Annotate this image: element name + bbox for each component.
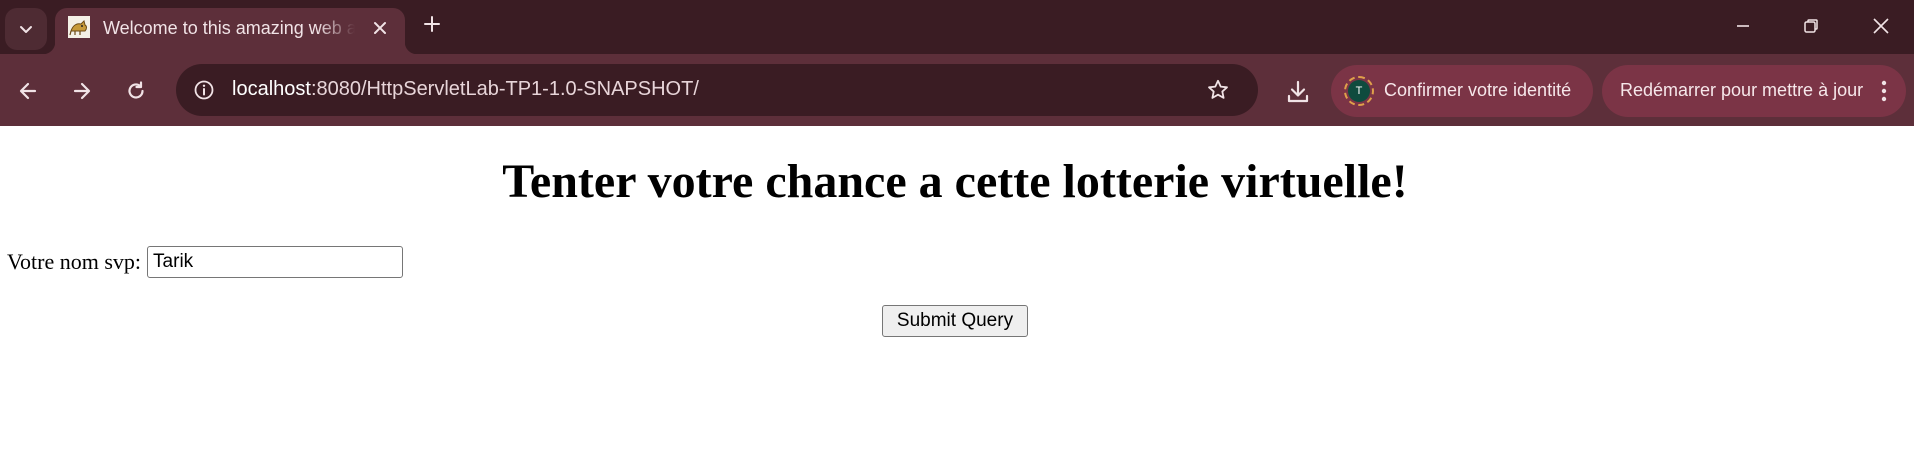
info-icon — [194, 80, 214, 100]
browser-menu-button[interactable] — [1870, 77, 1898, 105]
url-text: localhost:8080/HttpServletLab-TP1-1.0-SN… — [232, 78, 699, 101]
bookmark-button[interactable] — [1202, 74, 1234, 106]
page-content: Tenter votre chance a cette lotterie vir… — [0, 126, 1914, 468]
star-icon — [1208, 79, 1228, 99]
minimize-button[interactable] — [1715, 7, 1771, 45]
name-label: Votre nom svp: — [7, 249, 142, 274]
back-button[interactable] — [8, 71, 48, 111]
avatar-initial: T — [1348, 80, 1370, 102]
restore-icon — [1804, 19, 1818, 33]
site-info-button[interactable] — [188, 74, 220, 106]
page-title: Tenter votre chance a cette lotterie vir… — [502, 155, 1408, 208]
reload-button[interactable] — [116, 71, 156, 111]
tab-close-button[interactable] — [368, 16, 392, 40]
close-icon — [1873, 18, 1889, 34]
arrow-left-icon — [19, 82, 37, 100]
browser-tab-active[interactable]: Welcome to this amazing web app — [43, 8, 417, 54]
restart-update-button[interactable]: Redémarrer pour mettre à jour — [1602, 65, 1906, 117]
downloads-button[interactable] — [1278, 72, 1318, 112]
url-path: :8080/HttpServletLab-TP1-1.0-SNAPSHOT/ — [310, 78, 699, 100]
kebab-icon — [1881, 80, 1887, 102]
tab-search-button[interactable] — [5, 8, 47, 50]
name-input[interactable] — [147, 246, 404, 278]
close-icon — [374, 22, 386, 34]
tab-strip: Welcome to this amazing web app — [0, 0, 1914, 54]
forward-button[interactable] — [62, 71, 102, 111]
close-window-button[interactable] — [1853, 7, 1909, 45]
avatar: T — [1344, 76, 1374, 106]
reload-icon — [128, 81, 144, 99]
restore-button[interactable] — [1783, 7, 1839, 45]
download-icon — [1287, 80, 1309, 103]
chevron-down-icon — [20, 26, 32, 33]
profile-identity-label: Confirmer votre identité — [1384, 80, 1572, 100]
tomcat-favicon-icon — [68, 16, 90, 38]
minimize-icon — [1737, 25, 1749, 27]
name-row: Votre nom svp: — [7, 246, 404, 278]
tab-title: Welcome to this amazing web app — [103, 18, 355, 38]
arrow-right-icon — [73, 82, 91, 100]
url-host: localhost — [232, 78, 311, 100]
address-bar[interactable]: localhost:8080/HttpServletLab-TP1-1.0-SN… — [176, 64, 1258, 116]
submit-button[interactable]: Submit Query — [882, 305, 1028, 337]
browser-toolbar: localhost:8080/HttpServletLab-TP1-1.0-SN… — [0, 54, 1914, 126]
plus-icon — [424, 16, 440, 32]
new-tab-button[interactable] — [418, 10, 446, 38]
profile-identity-button[interactable]: T Confirmer votre identité — [1331, 65, 1593, 117]
restart-update-label: Redémarrer pour mettre à jour — [1620, 80, 1864, 100]
